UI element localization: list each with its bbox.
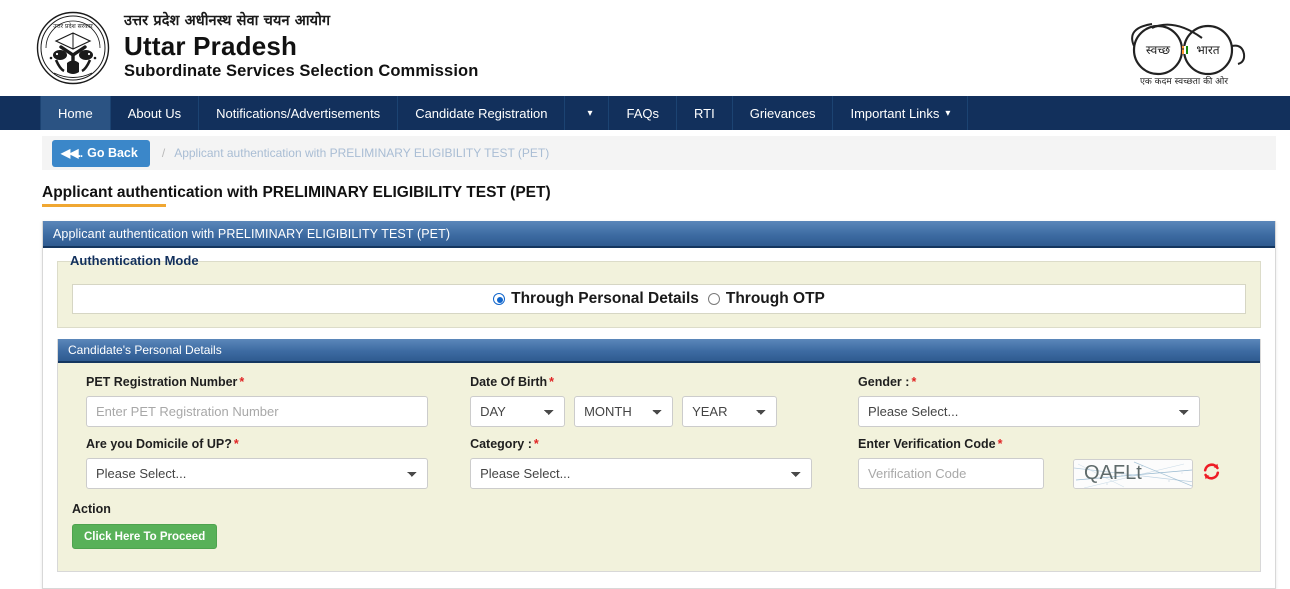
required-asterisk: *	[997, 437, 1003, 451]
breadcrumb: ◀◀.. Go Back / Applicant authentication …	[42, 136, 1276, 170]
site-header: उत्तर प्रदेश सरकार उत्तर प्रदेश अधीनस्थ …	[0, 0, 1290, 96]
field-group-domicile: Are you Domicile of UP? * Please Select..…	[72, 437, 470, 489]
nav-label: Notifications/Advertisements	[216, 105, 381, 121]
nav-item-candidate-registration[interactable]: Candidate Registration	[398, 96, 566, 130]
verification-code-input[interactable]	[858, 458, 1045, 489]
radio-through-otp[interactable]: Through OTP	[707, 290, 825, 308]
domicile-select[interactable]: Please Select...	[86, 458, 428, 489]
proceed-button[interactable]: Click Here To Proceed	[72, 524, 218, 549]
nav-label: About Us	[127, 105, 182, 121]
action-block: Action Click Here To Proceed	[58, 502, 1260, 549]
svg-text:स्वच्छ: स्वच्छ	[1146, 43, 1170, 57]
nav-item-notifications-advertisements[interactable]: Notifications/Advertisements	[199, 96, 399, 130]
uttar-pradesh-emblem-icon: उत्तर प्रदेश सरकार	[36, 11, 110, 85]
gender-select[interactable]: Please Select...	[858, 396, 1201, 427]
required-asterisk: *	[233, 437, 239, 451]
field-group-gender: Gender : * Please Select...	[858, 375, 1246, 427]
authentication-panel: Applicant authentication with PRELIMINAR…	[42, 221, 1276, 589]
breadcrumb-current: Applicant authentication with PRELIMINAR…	[174, 146, 550, 160]
dob-month-select[interactable]: MONTH	[574, 396, 674, 427]
field-group-pet-registration: PET Registration Number *	[72, 375, 470, 427]
nav-item-about-us[interactable]: About Us	[111, 96, 200, 130]
nav-label: FAQs	[626, 105, 659, 121]
panel-body: Authentication Mode Through Personal Det…	[43, 248, 1275, 588]
nav-label: Important Links	[850, 105, 940, 121]
dob-day-select[interactable]: DAY	[470, 396, 566, 427]
field-group-category: Category : * Please Select...	[470, 437, 858, 489]
label-text: Enter Verification Code	[858, 437, 996, 451]
candidate-personal-details-header: Candidate's Personal Details	[58, 339, 1260, 363]
label-date-of-birth: Date Of Birth *	[470, 375, 844, 389]
go-back-button[interactable]: ◀◀.. Go Back	[52, 139, 150, 167]
chevron-down-icon: ▾	[587, 107, 593, 119]
breadcrumb-separator: /	[161, 146, 166, 160]
header-english-title: Uttar Pradesh	[124, 30, 298, 61]
svg-text:भारत: भारत	[1196, 43, 1220, 57]
radio-icon-unselected[interactable]	[707, 293, 720, 305]
nav-item-faqs[interactable]: FAQs	[609, 96, 677, 130]
dob-year-select[interactable]: YEAR	[682, 396, 778, 427]
page-title: Applicant authentication with PRELIMINAR…	[42, 184, 551, 207]
chevron-down-icon: ▾	[945, 107, 951, 119]
action-label: Action	[72, 502, 111, 516]
nav-label: Grievances	[749, 105, 816, 121]
header-titles: उत्तर प्रदेश अधीनस्थ सेवा चयन आयोग Uttar…	[124, 14, 478, 81]
nav-label: RTI	[693, 105, 715, 121]
nav-label: Candidate Registration	[415, 105, 548, 121]
required-asterisk: *	[533, 437, 539, 451]
go-back-label: Go Back	[87, 146, 138, 160]
label-category: Category : *	[470, 437, 844, 451]
label-pet-registration: PET Registration Number *	[86, 375, 456, 389]
authentication-mode-fieldset: Authentication Mode Through Personal Det…	[57, 253, 1261, 328]
nav-item-grievances[interactable]: Grievances	[733, 96, 834, 130]
radio-label: Through Personal Details	[511, 290, 699, 307]
header-hindi-title: उत्तर प्रदेश अधीनस्थ सेवा चयन आयोग	[124, 13, 331, 30]
required-asterisk: *	[911, 375, 917, 389]
radio-icon-selected[interactable]	[493, 293, 506, 305]
double-left-arrow-icon: ◀◀..	[61, 146, 83, 160]
panel-header: Applicant authentication with PRELIMINAR…	[43, 221, 1275, 248]
radio-label: Through OTP	[725, 290, 825, 307]
captcha-text: QAFLt	[1084, 462, 1142, 484]
required-asterisk: *	[549, 375, 555, 389]
refresh-captcha-icon[interactable]	[1202, 462, 1221, 485]
nav-item-home[interactable]: Home	[40, 96, 111, 130]
svg-text:उत्तर प्रदेश सरकार: उत्तर प्रदेश सरकार	[53, 22, 93, 30]
header-english-subtitle: Subordinate Services Selection Commissio…	[124, 61, 479, 80]
candidate-personal-details-panel: Candidate's Personal Details PET Registr…	[57, 339, 1261, 572]
form-row-2: Are you Domicile of UP? * Please Select..…	[58, 437, 1260, 489]
swachh-bharat-logo-icon: स्वच्छ भारत एक कदम स्वच्छता की ओर	[1108, 6, 1268, 90]
nav-item-important-links[interactable]: Important Links ▾	[833, 96, 969, 130]
label-domicile: Are you Domicile of UP? *	[86, 437, 456, 451]
pet-registration-input[interactable]	[86, 396, 428, 427]
category-select[interactable]: Please Select...	[470, 458, 813, 489]
authentication-mode-options: Through Personal Details Through OTP	[72, 284, 1246, 314]
label-text: PET Registration Number	[86, 375, 238, 389]
radio-through-personal-details[interactable]: Through Personal Details	[493, 290, 699, 308]
form-row-1: PET Registration Number* Date Of Birth* …	[58, 375, 1260, 427]
label-gender: Gender : *	[858, 375, 1232, 389]
label-text: Are you Domicile of UP?	[86, 437, 232, 451]
label-verification-code: Enter Verification Code *	[858, 437, 1232, 451]
main-navigation: Home About Us Notifications/Advertisemen…	[0, 96, 1290, 130]
nav-item-more-dropdown[interactable]: ▾	[565, 96, 610, 130]
field-group-date-of-birth: Date Of Birth * DAY MONTH YEAR	[470, 375, 858, 427]
label-text: Gender :	[858, 375, 910, 389]
nav-label: Home	[58, 105, 93, 121]
captcha-image: QAFLt	[1073, 458, 1194, 489]
svg-text:एक कदम स्वच्छता की ओर: एक कदम स्वच्छता की ओर	[1140, 75, 1228, 87]
authentication-mode-legend: Authentication Mode	[70, 253, 199, 268]
nav-item-rti[interactable]: RTI	[677, 96, 733, 130]
field-group-verification-code: Enter Verification Code * Verification C…	[858, 437, 1246, 489]
label-text: Category :	[470, 437, 532, 451]
required-asterisk: *	[239, 375, 245, 389]
label-text: Date Of Birth	[470, 375, 548, 389]
personal-details-form: PET Registration Number* Date Of Birth* …	[58, 363, 1260, 571]
